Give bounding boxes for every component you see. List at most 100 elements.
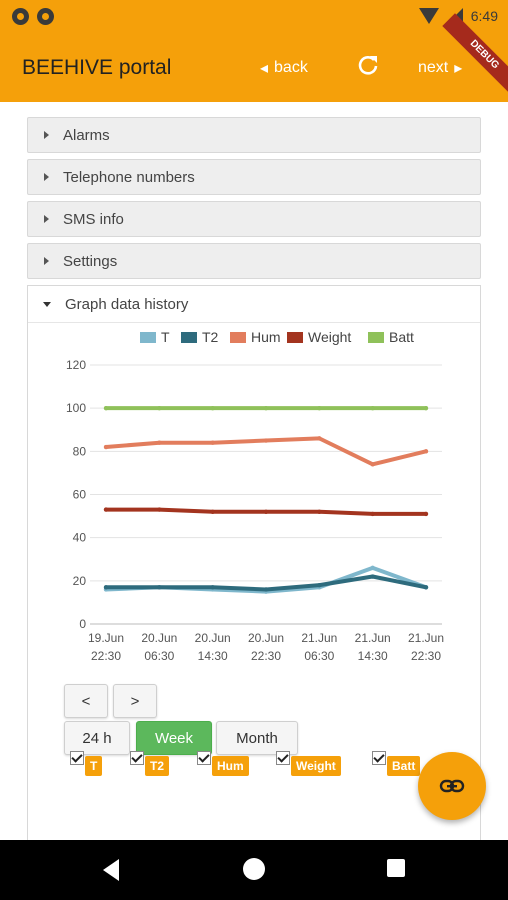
panel-label: Alarms (63, 126, 110, 144)
legend-label: Hum (251, 329, 281, 345)
x-tick-label: 21.Jun (355, 631, 391, 645)
data-point-hum (103, 444, 109, 450)
data-point-batt (423, 405, 429, 411)
range-month-button[interactable]: Month (216, 721, 298, 755)
panel-label: SMS info (63, 210, 124, 228)
data-point-batt (370, 405, 375, 411)
panel-list: Alarms Telephone numbers SMS info Settin… (27, 117, 481, 285)
range-label: Week (154, 729, 194, 747)
data-point-t2 (157, 585, 162, 590)
x-tick-label: 06:30 (304, 649, 334, 663)
collapse-arrow-icon (43, 301, 51, 307)
chevron-left-icon: ◂ (260, 60, 269, 77)
y-tick-label: 120 (66, 358, 86, 372)
data-point-t2 (103, 585, 109, 590)
data-point-batt (263, 405, 269, 411)
data-point-t2 (263, 587, 269, 592)
app-title: BEEHIVE portal (22, 56, 172, 79)
toggle-label: T (85, 756, 103, 776)
status-bar: 6:49 (0, 0, 508, 34)
y-tick-label: 40 (73, 531, 87, 545)
expand-arrow-icon (44, 215, 49, 223)
toggle-label: Batt (387, 756, 421, 776)
x-tick-label: 22:30 (91, 649, 121, 663)
next-button[interactable]: next ▸ (418, 58, 462, 78)
toggle-label: Weight (291, 756, 341, 776)
toggle-label: Hum (212, 756, 249, 776)
x-tick-label: 22:30 (251, 649, 281, 663)
checkbox-checked-icon[interactable] (276, 751, 290, 765)
system-recents-icon[interactable] (387, 859, 405, 877)
checkbox-checked-icon[interactable] (372, 751, 386, 765)
y-tick-label: 0 (79, 617, 86, 631)
toggle-label: T2 (145, 756, 170, 776)
data-point-hum (210, 440, 215, 445)
data-point-weight (263, 509, 269, 514)
y-tick-label: 100 (66, 401, 86, 415)
x-tick-label: 06:30 (144, 649, 174, 663)
record-icon (37, 8, 54, 25)
data-point-weight (317, 509, 322, 514)
data-point-batt (103, 405, 109, 411)
toggle-weight[interactable]: Weight (276, 751, 341, 776)
legend-swatch (140, 332, 156, 343)
data-point-t2 (423, 585, 429, 590)
range-week-button[interactable]: Week (136, 721, 212, 755)
toggle-t[interactable]: T (70, 751, 103, 776)
x-tick-label: 22:30 (411, 649, 441, 663)
data-point-t2 (370, 574, 375, 579)
toggle-batt[interactable]: Batt (372, 751, 421, 776)
expand-arrow-icon (44, 131, 49, 139)
panel-header[interactable]: Graph data history (28, 286, 480, 323)
clock: 6:49 (470, 8, 498, 24)
data-point-hum (317, 436, 322, 441)
system-home-icon[interactable] (243, 858, 265, 880)
app-bar: BEEHIVE portal ◂ back next ▸ DEBUG (0, 13, 508, 102)
data-point-weight (423, 511, 429, 517)
legend-swatch (368, 332, 384, 343)
data-point-weight (157, 507, 162, 512)
expand-arrow-icon (44, 173, 49, 181)
x-tick-label: 21.Jun (408, 631, 444, 645)
link-fab-button[interactable] (418, 752, 486, 820)
x-tick-label: 20.Jun (248, 631, 284, 645)
data-point-hum (370, 462, 375, 467)
x-tick-label: 21.Jun (301, 631, 337, 645)
system-back-icon[interactable] (103, 859, 119, 881)
toggle-hum[interactable]: Hum (197, 751, 249, 776)
chevron-right-icon: ▸ (454, 60, 463, 77)
panel-telephone-numbers[interactable]: Telephone numbers (27, 159, 481, 195)
legend-swatch (230, 332, 246, 343)
data-point-batt (157, 405, 162, 411)
y-tick-label: 60 (73, 488, 87, 502)
panel-alarms[interactable]: Alarms (27, 117, 481, 153)
panel-settings[interactable]: Settings (27, 243, 481, 279)
wifi-icon (418, 8, 439, 24)
data-point-weight (370, 511, 375, 517)
checkbox-checked-icon[interactable] (197, 751, 211, 765)
legend-swatch (287, 332, 303, 343)
data-point-batt (210, 405, 215, 411)
x-tick-label: 14:30 (358, 649, 388, 663)
expand-arrow-icon (44, 257, 49, 265)
chart-prev-button[interactable]: < (64, 684, 108, 718)
range-24h-button[interactable]: 24 h (64, 721, 130, 755)
panel-graph-data-history: Graph data history 0 20 40 60 80 100 120 19.Jun… (27, 285, 481, 845)
data-point-batt (317, 405, 322, 411)
data-point-weight (210, 509, 215, 514)
checkbox-checked-icon[interactable] (130, 751, 144, 765)
status-icons-left (12, 8, 54, 25)
back-label: back (274, 59, 308, 76)
panel-label: Graph data history (65, 295, 189, 313)
history-chart: 0 20 40 60 80 100 120 19.Jun 22:30 20.Jun 06:30 20.… (66, 329, 444, 663)
refresh-icon[interactable] (356, 53, 380, 77)
panel-sms-info[interactable]: SMS info (27, 201, 481, 237)
data-point-hum (423, 449, 429, 454)
x-tick-label: 20.Jun (195, 631, 231, 645)
panel-label: Telephone numbers (63, 168, 195, 186)
chart-next-button[interactable]: > (113, 684, 157, 718)
toggle-t2[interactable]: T2 (130, 751, 170, 776)
back-button[interactable]: ◂ back (260, 58, 308, 78)
checkbox-checked-icon[interactable] (70, 751, 84, 765)
data-point-t (370, 565, 375, 571)
